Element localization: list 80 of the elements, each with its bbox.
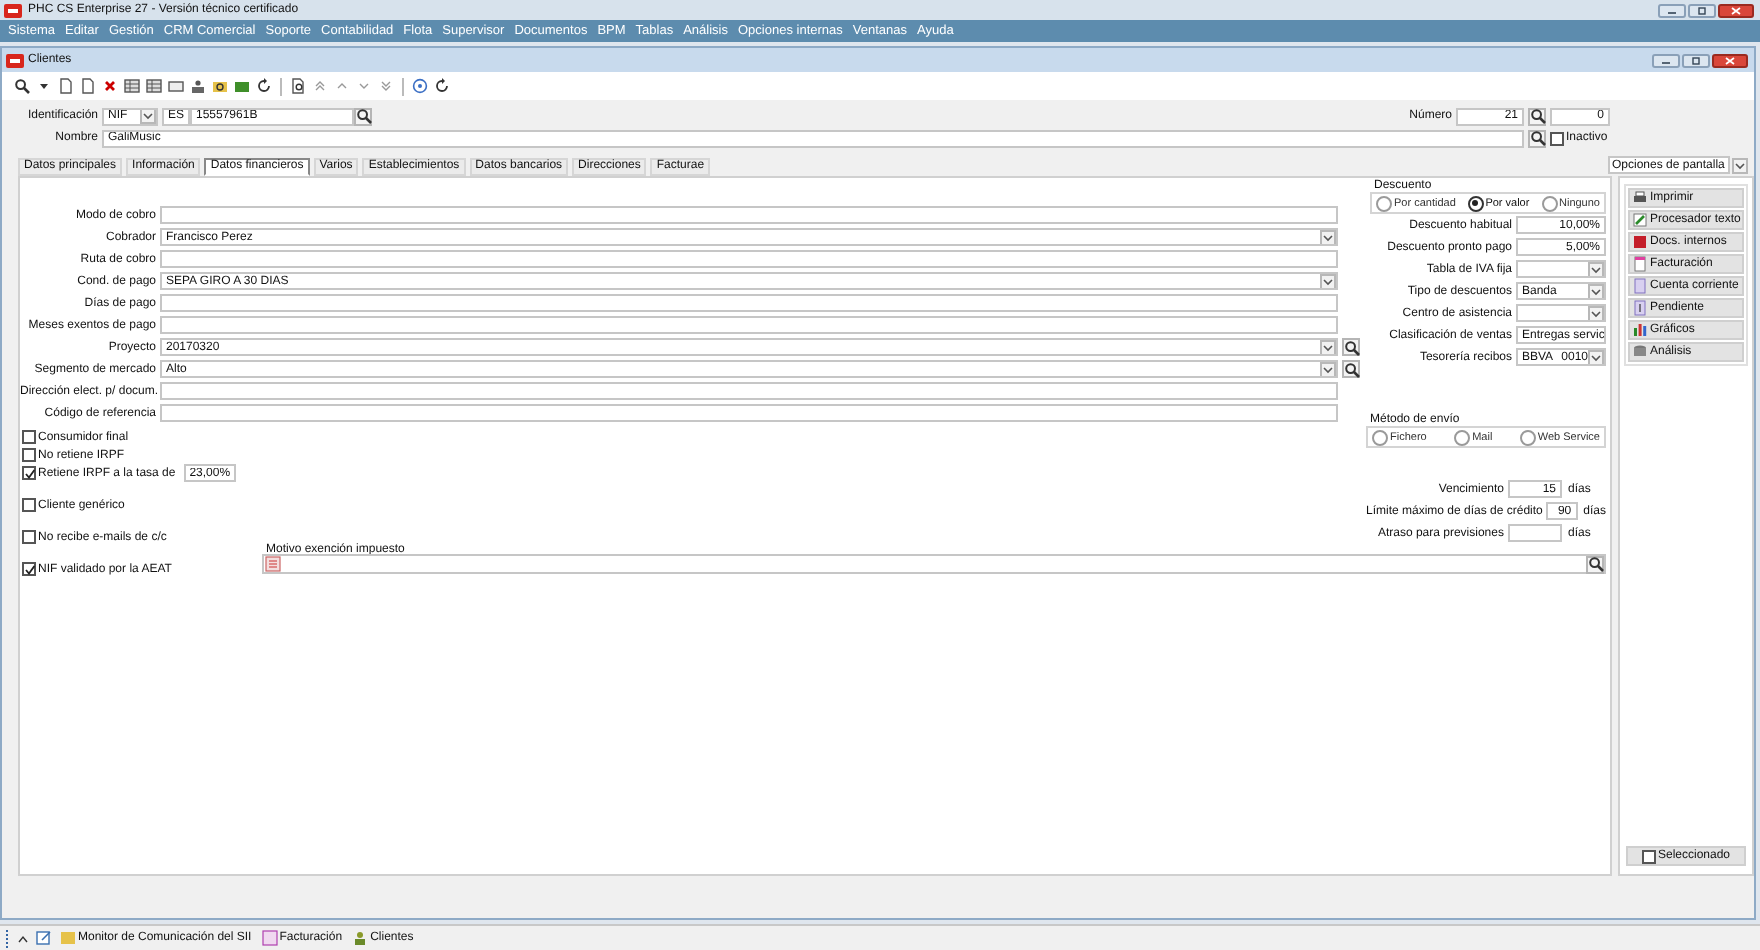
- list-icon[interactable]: [264, 556, 282, 572]
- people-icon: [352, 930, 369, 946]
- search-button[interactable]: [354, 107, 372, 125]
- checkbox[interactable]: [22, 530, 36, 544]
- search-icon: [355, 108, 371, 124]
- app-logo-icon: [6, 53, 24, 67]
- document-icon: [1632, 278, 1648, 294]
- bar-chart-icon: [1632, 322, 1648, 338]
- chevron-up-icon[interactable]: [16, 931, 30, 945]
- refresh-icon[interactable]: [256, 78, 272, 94]
- input-field[interactable]: [160, 316, 1338, 334]
- database-icon: [1632, 344, 1648, 360]
- caret-icon[interactable]: [1732, 157, 1748, 173]
- caret-icon[interactable]: [1320, 230, 1336, 244]
- radio-button[interactable]: [1519, 429, 1536, 445]
- radio-button[interactable]: [1467, 195, 1484, 211]
- search-button[interactable]: [1528, 129, 1546, 147]
- search-icon: [1529, 130, 1545, 146]
- chevron-down-icon[interactable]: [356, 78, 372, 94]
- caret-icon[interactable]: [1588, 262, 1604, 276]
- search-button[interactable]: [1528, 107, 1546, 125]
- search-icon: [1343, 361, 1359, 377]
- double-chevron-down-icon[interactable]: [378, 78, 394, 94]
- card-icon[interactable]: [168, 78, 184, 94]
- search-button[interactable]: [1586, 555, 1604, 573]
- checkbox[interactable]: [1550, 131, 1564, 145]
- search-icon: [1587, 556, 1603, 572]
- people-icon[interactable]: [190, 78, 206, 94]
- search-icon: [1529, 108, 1545, 124]
- radio-button[interactable]: [1376, 195, 1392, 211]
- close-icon[interactable]: [1712, 53, 1748, 67]
- close-icon[interactable]: [1718, 3, 1754, 17]
- restore-icon[interactable]: [1682, 53, 1710, 67]
- document-icon: [1632, 300, 1648, 316]
- radio-button[interactable]: [1372, 429, 1388, 445]
- input-field[interactable]: [160, 382, 1338, 400]
- app-logo-icon: [4, 3, 22, 17]
- checkbox[interactable]: [22, 466, 36, 480]
- input-field[interactable]: [262, 554, 1606, 574]
- input-field[interactable]: [160, 250, 1338, 268]
- caret-icon[interactable]: [1320, 340, 1336, 354]
- document-search-icon[interactable]: [290, 78, 306, 94]
- caret-icon[interactable]: [1320, 362, 1336, 376]
- checkbox[interactable]: [22, 562, 36, 576]
- document-icon: [1632, 256, 1648, 272]
- restore-icon[interactable]: [1688, 3, 1716, 17]
- checkbox[interactable]: [22, 498, 36, 512]
- checkbox[interactable]: [22, 430, 36, 444]
- checkbox[interactable]: [22, 448, 36, 462]
- search-icon: [1343, 339, 1359, 355]
- note-icon[interactable]: [36, 930, 52, 946]
- caret-icon[interactable]: [1320, 274, 1336, 288]
- check-icon: [23, 563, 35, 575]
- caret-icon[interactable]: [1588, 284, 1604, 298]
- search-button[interactable]: [1342, 338, 1360, 356]
- help-icon[interactable]: [412, 78, 428, 94]
- table-icon[interactable]: [124, 78, 140, 94]
- refresh-icon[interactable]: [434, 78, 450, 94]
- printer-icon: [1632, 190, 1648, 206]
- caret-icon[interactable]: [1588, 350, 1604, 364]
- radio-button[interactable]: [1454, 429, 1471, 445]
- radio-button[interactable]: [1541, 195, 1557, 211]
- input-field[interactable]: [1508, 524, 1562, 542]
- caret-icon[interactable]: [36, 78, 52, 94]
- input-field[interactable]: [160, 294, 1338, 312]
- minimize-icon[interactable]: [1652, 53, 1680, 67]
- table-icon[interactable]: [146, 78, 162, 94]
- caret-icon[interactable]: [1588, 306, 1604, 320]
- search-button[interactable]: [1342, 360, 1360, 378]
- minimize-icon[interactable]: [1658, 3, 1686, 17]
- delete-icon[interactable]: [102, 78, 118, 94]
- pencil-document-icon: [1632, 212, 1648, 228]
- grip-icon: [4, 929, 10, 947]
- checkbox[interactable]: [1641, 849, 1656, 863]
- input-field[interactable]: [160, 404, 1338, 422]
- caret-icon[interactable]: [140, 109, 156, 123]
- input-field[interactable]: [160, 206, 1338, 224]
- check-icon: [23, 467, 35, 479]
- search-icon[interactable]: [14, 78, 30, 94]
- double-chevron-up-icon[interactable]: [312, 78, 328, 94]
